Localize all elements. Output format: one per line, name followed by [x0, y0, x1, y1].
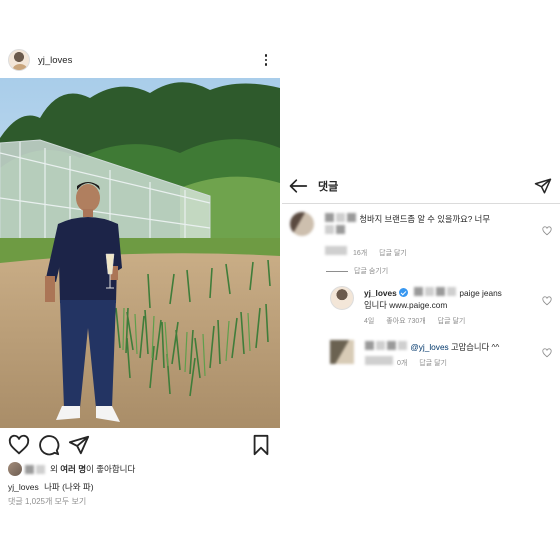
post-caption: yj_loves 나파 (나와 파)	[8, 481, 94, 493]
bookmark-icon[interactable]	[250, 434, 272, 456]
blurred-username	[387, 341, 396, 350]
reply-body: 고맙습니다 ^^	[451, 342, 500, 352]
hide-replies-toggle[interactable]: 답글 숨기기	[326, 266, 388, 276]
reply-item-user: @yj_loves 고맙습니다 ^^ 0개 답글 달기	[330, 340, 552, 380]
blurred-username	[376, 341, 385, 350]
comments-title: 댓글	[318, 180, 339, 193]
comment-time: 16개	[352, 250, 368, 257]
avatar[interactable]	[8, 49, 30, 71]
blurred-username	[325, 213, 334, 222]
instagram-post: yj_loves 외 여러 명이 좋아합니다 yj_loves 나파 (나와 파…	[0, 40, 280, 512]
post-username[interactable]: yj_loves	[38, 55, 72, 66]
more-options-icon[interactable]	[260, 52, 272, 68]
blurred-username	[336, 213, 345, 222]
reply-button[interactable]: 답글 달기	[438, 318, 466, 325]
likes-text: 외 여러 명이 좋아합니다	[50, 464, 136, 474]
liker-avatar	[8, 462, 22, 476]
commenter-avatar[interactable]	[290, 212, 314, 236]
blurred-text	[325, 225, 334, 234]
comment-icon[interactable]	[38, 434, 60, 456]
post-photo[interactable]	[0, 78, 280, 428]
blurred-username	[25, 464, 34, 474]
back-arrow-icon[interactable]	[288, 177, 308, 195]
blurred-username	[365, 341, 374, 350]
comments-header: 댓글	[282, 168, 560, 204]
reply-text: @yj_loves 고맙습니다 ^^	[364, 341, 532, 353]
reply-time: 4일	[364, 318, 375, 325]
caption-username[interactable]: yj_loves	[8, 482, 39, 492]
reply-button[interactable]: 답글 달기	[379, 250, 407, 257]
verified-badge-icon	[398, 288, 408, 297]
reply-item-owner: yj_loves paige jeans 입니다 www.paige.com 4…	[330, 286, 552, 330]
heart-icon[interactable]	[8, 434, 30, 456]
reply-time: 0개	[396, 360, 408, 367]
reply-username[interactable]: yj_loves	[364, 288, 397, 298]
likes-line[interactable]: 외 여러 명이 좋아합니다	[8, 462, 135, 476]
blurred-text	[436, 287, 446, 296]
comments-panel: 댓글 청바지 브랜드좀 알 수 있을까요? 너무 16개 답글 달기 답글 숨기…	[282, 168, 560, 398]
blurred-text	[447, 287, 457, 296]
blurred-text	[336, 225, 345, 234]
comment-visible-text: 청바지 브랜드좀 알 수 있을까요? 너무	[359, 214, 490, 224]
blurred-username	[36, 464, 45, 474]
blurred-text	[325, 246, 347, 255]
direct-send-icon[interactable]	[534, 177, 552, 195]
mention-link[interactable]: @yj_loves	[410, 342, 448, 352]
reply-meta: 4일 좋아요 730개 답글 달기	[364, 316, 475, 326]
avatar[interactable]	[330, 286, 354, 310]
reply-likes[interactable]: 좋아요 730개	[386, 318, 425, 325]
reply-text: yj_loves paige jeans 입니다 www.paige.com	[364, 287, 532, 311]
caption-text: 나파 (나와 파)	[44, 482, 94, 492]
comment-text: 청바지 브랜드좀 알 수 있을까요? 너무	[324, 213, 524, 237]
commenter-avatar[interactable]	[330, 340, 354, 364]
reply-brand-text: paige jeans	[459, 288, 502, 298]
reply-text-line2: 입니다 www.paige.com	[364, 300, 448, 310]
view-all-comments-link[interactable]: 댓글 1,025개 모두 보기	[8, 496, 86, 507]
post-actions	[8, 434, 272, 456]
comment-heart-icon[interactable]	[542, 296, 552, 306]
share-icon[interactable]	[68, 434, 90, 456]
comment-meta: 16개 답글 달기	[324, 246, 417, 258]
post-header: yj_loves	[8, 48, 272, 72]
blurred-text	[425, 287, 435, 296]
reply-button[interactable]: 답글 달기	[419, 360, 447, 367]
blurred-text	[414, 287, 424, 296]
comment-heart-icon[interactable]	[542, 348, 552, 358]
blurred-username	[347, 213, 356, 222]
blurred-text	[365, 356, 393, 365]
blurred-username	[398, 341, 407, 350]
comment-heart-icon[interactable]	[542, 226, 552, 236]
reply-meta: 0개 답글 달기	[364, 356, 457, 368]
comment-item: 청바지 브랜드좀 알 수 있을까요? 너무 16개 답글 달기	[290, 212, 552, 262]
